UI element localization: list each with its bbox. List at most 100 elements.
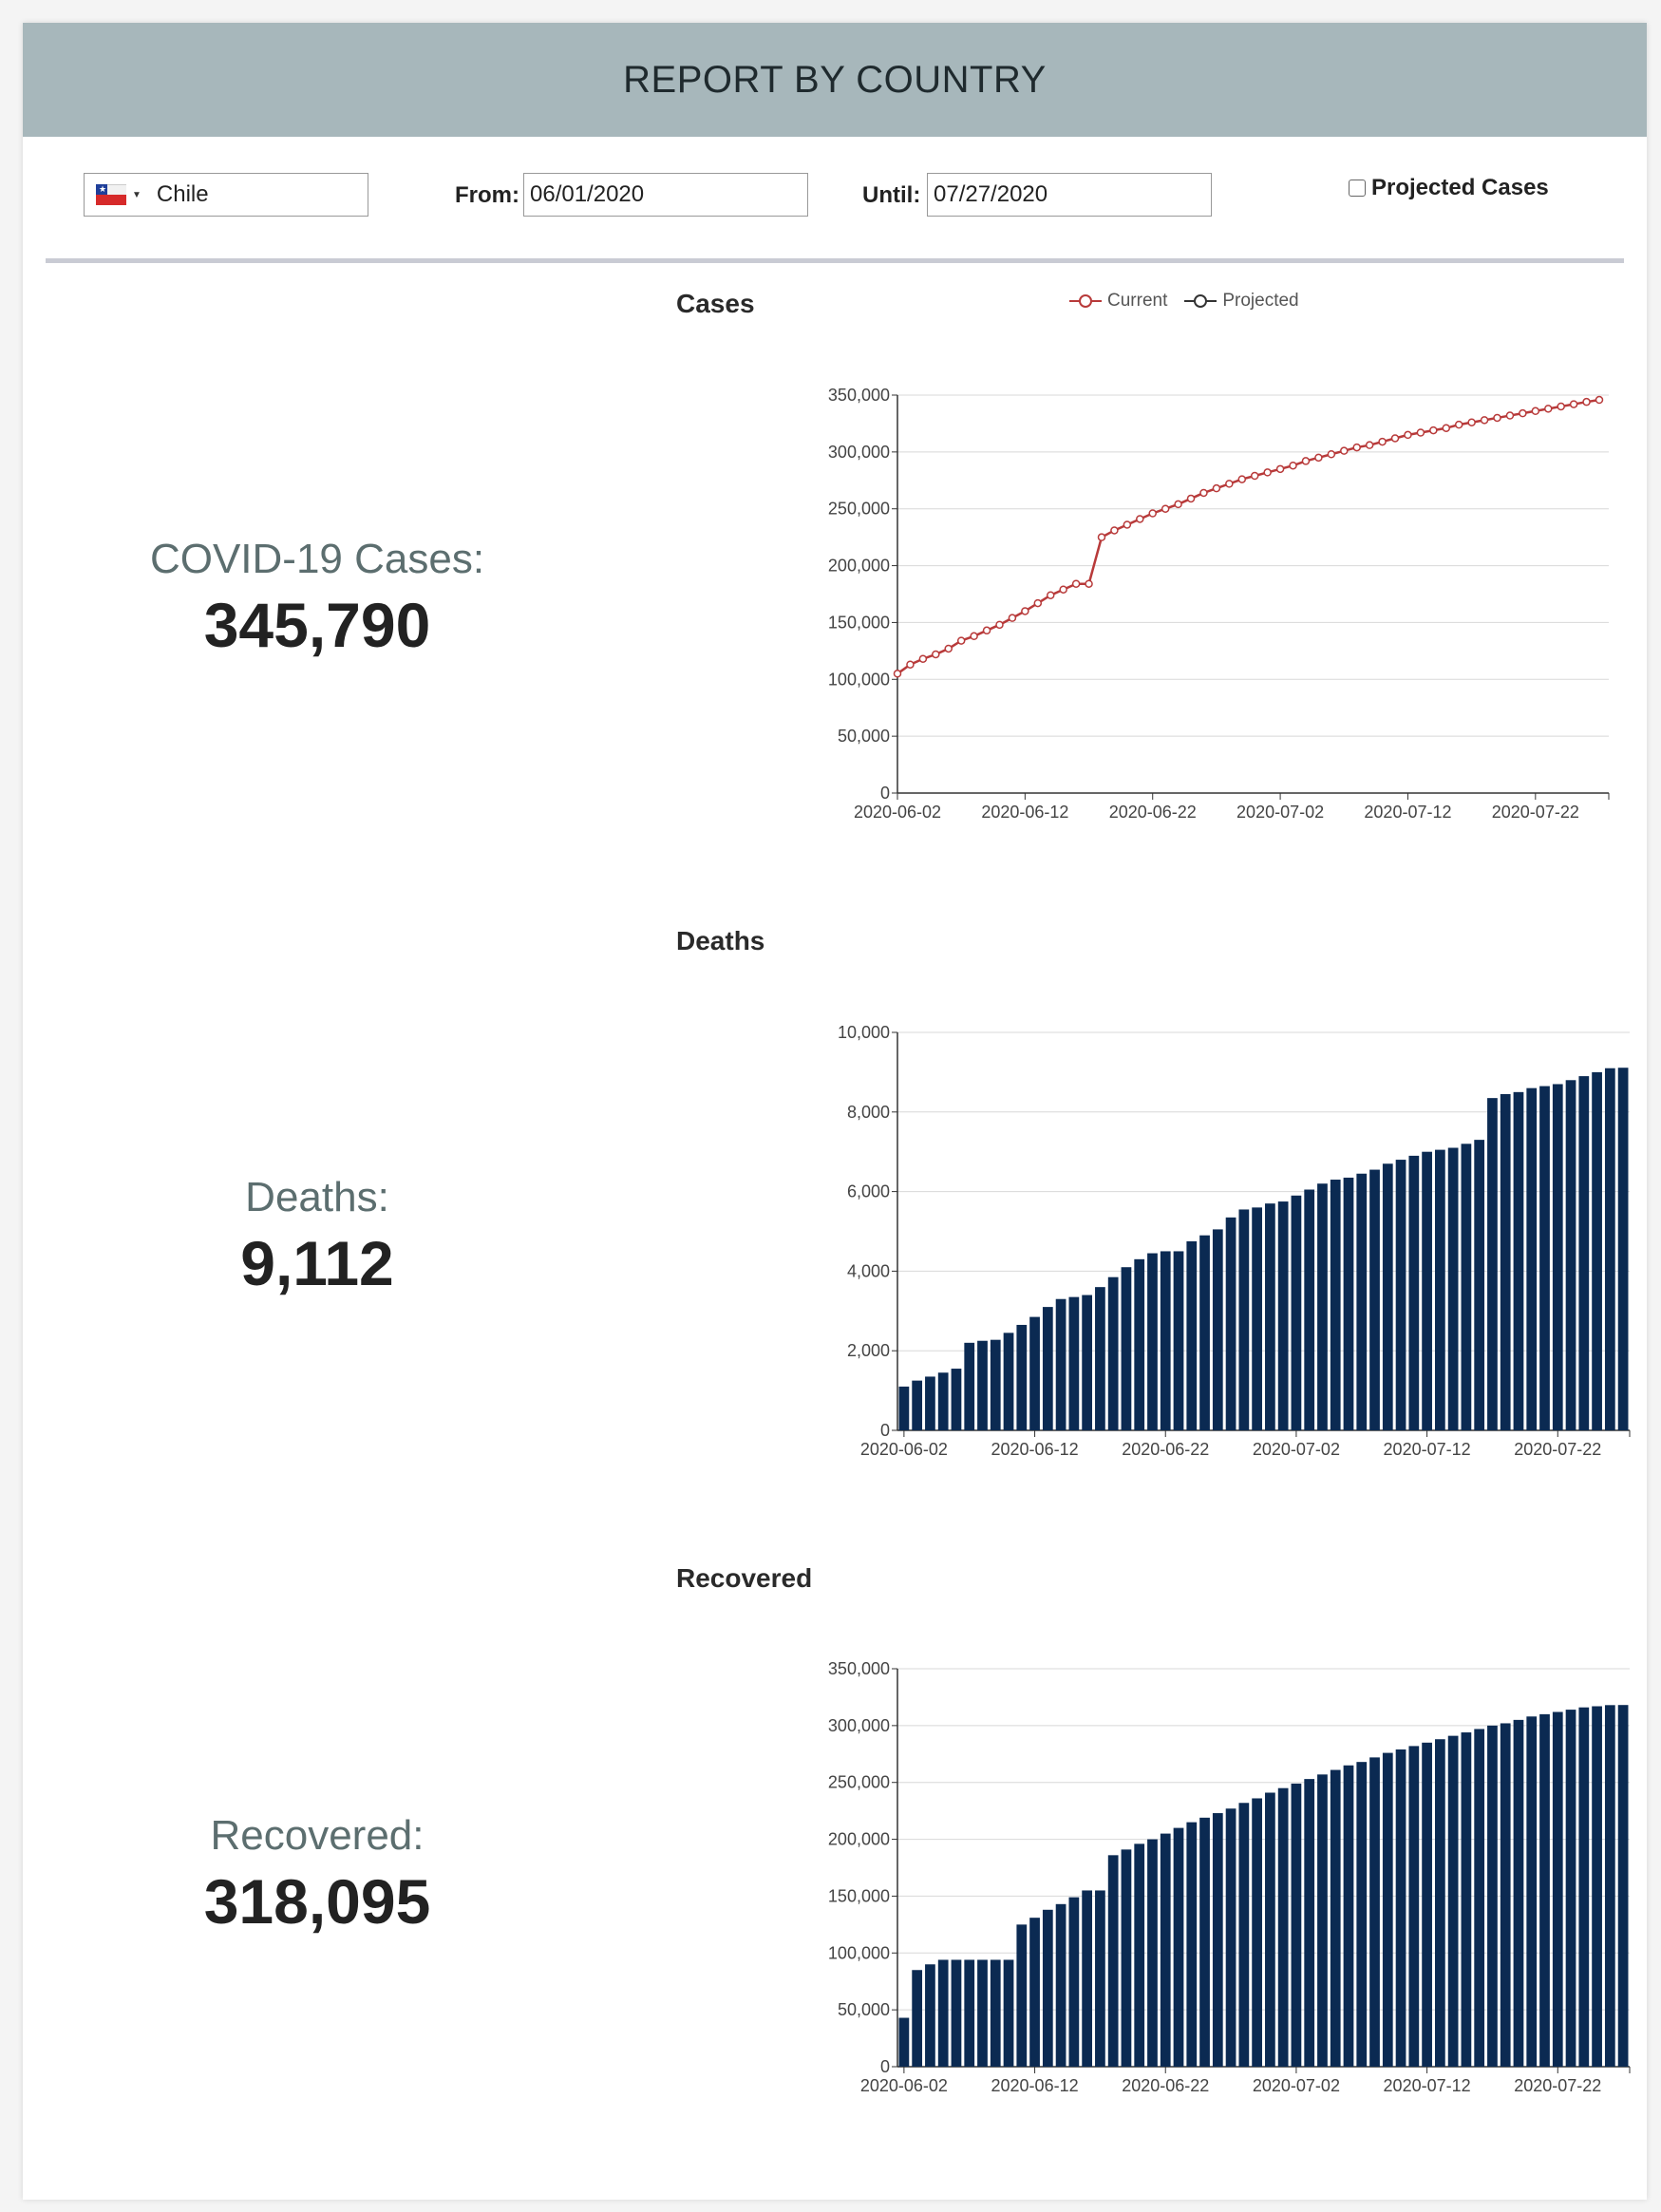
current-point (1225, 480, 1234, 488)
cases-chart-title: Cases (676, 289, 755, 318)
bar (1330, 1769, 1341, 2067)
bar (1016, 1924, 1028, 2067)
bar (1277, 1787, 1289, 2067)
bar (1304, 1779, 1315, 2067)
x-tick-label: 2020-06-22 (1109, 803, 1197, 822)
current-point (1136, 515, 1144, 523)
bar (1604, 1705, 1615, 2067)
bar (925, 1964, 935, 2067)
bar (1474, 1729, 1485, 2067)
bar (1107, 1276, 1119, 1430)
y-tick-label: 250,000 (828, 500, 890, 519)
current-point (1390, 434, 1400, 443)
until-date-input[interactable] (927, 173, 1212, 217)
bar (1382, 1163, 1393, 1430)
bar (1604, 1068, 1615, 1430)
current-point (1263, 468, 1272, 477)
current-point (982, 626, 991, 635)
projected-cases-toggle[interactable]: Projected Cases (1349, 175, 1549, 201)
legend-item-projected[interactable]: Projected (1184, 291, 1299, 312)
y-tick-label: 150,000 (828, 1886, 890, 1905)
bar (1500, 1723, 1511, 2067)
x-tick-label: 2020-06-02 (860, 1440, 948, 1459)
bar (1225, 1808, 1236, 2067)
current-point (1340, 446, 1349, 455)
deaths-chart-title: Deaths (676, 926, 765, 955)
country-select[interactable]: ★ ▼ Chile (84, 173, 368, 217)
current-point (918, 654, 928, 663)
current-point (1314, 453, 1323, 463)
from-date-input[interactable] (523, 173, 808, 217)
bar (1134, 1843, 1145, 2067)
bar (1447, 1735, 1459, 2067)
y-tick-label: 2,000 (847, 1341, 890, 1360)
recovered-bar-chart: 0 50,000 100,000 150,000 200,000 250,000 300,0… (828, 1659, 1631, 2095)
bar (937, 1372, 949, 1430)
bar (1055, 1298, 1066, 1430)
x-tick-label: 2020-06-22 (1122, 1440, 1209, 1459)
current-point (1275, 464, 1285, 474)
y-tick-label: 50,000 (838, 727, 890, 746)
bar (1369, 1169, 1380, 1430)
current-point (1429, 425, 1438, 435)
bar (1212, 1813, 1223, 2067)
x-tick-label: 2020-07-02 (1253, 1440, 1340, 1459)
bar (1343, 1765, 1354, 2067)
cases-label: COVID-19 Cases: (149, 536, 485, 582)
current-point (1301, 457, 1311, 465)
bar (1578, 1076, 1590, 1430)
y-tick-label: 8,000 (847, 1103, 890, 1122)
y-tick-label: 150,000 (828, 613, 890, 632)
y-tick-label: 250,000 (828, 1773, 890, 1792)
bar (1252, 1798, 1262, 2067)
y-tick-label: 50,000 (838, 2000, 890, 2019)
y-tick-label: 4,000 (847, 1261, 890, 1280)
x-tick-label: 2020-06-22 (1122, 2076, 1209, 2095)
bar (1317, 1774, 1328, 2067)
x-tick-label: 2020-07-22 (1514, 2076, 1601, 2095)
bar (1356, 1762, 1368, 2067)
bar (1343, 1177, 1354, 1430)
bar (1199, 1235, 1210, 1430)
y-tick-label: 200,000 (828, 1830, 890, 1849)
legend-item-current[interactable]: Current (1069, 291, 1167, 312)
current-point (995, 620, 1004, 630)
bar (1265, 1203, 1275, 1430)
bar (1160, 1251, 1171, 1430)
bar (1042, 1909, 1053, 2067)
recovered-stat: Recovered: 318,095 (80, 1812, 555, 1938)
current-point (1569, 400, 1578, 408)
bar (977, 1340, 988, 1430)
current-point (906, 660, 915, 669)
bar (1003, 1959, 1014, 2067)
bar (1252, 1207, 1262, 1430)
y-tick-label: 100,000 (828, 670, 890, 689)
bar (937, 1959, 949, 2067)
deaths-value: 9,112 (240, 1228, 394, 1298)
x-tick-label: 2020-06-12 (981, 803, 1068, 822)
current-point (970, 632, 978, 641)
current-point (1021, 607, 1029, 615)
current-point (1046, 591, 1055, 599)
bar (898, 2017, 910, 2067)
bar (1147, 1253, 1158, 1430)
bar (912, 1380, 923, 1430)
bar (1317, 1183, 1328, 1430)
bar (1422, 1742, 1432, 2067)
bar (1565, 1710, 1576, 2067)
projected-cases-checkbox[interactable] (1349, 180, 1366, 197)
cases-line-chart: 0 50,000 100,000 150,000 200,000 250,000 300,0… (828, 386, 1610, 822)
current-point (1467, 418, 1476, 426)
deaths-label: Deaths: (245, 1174, 389, 1220)
current-point (956, 636, 966, 645)
bar (1082, 1890, 1093, 2067)
bar (1265, 1792, 1275, 2067)
current-point (1557, 402, 1565, 411)
bar (1277, 1201, 1289, 1430)
x-tick-label: 2020-07-22 (1514, 1440, 1601, 1459)
current-point (1454, 420, 1463, 429)
x-tick-label: 2020-07-02 (1253, 2076, 1340, 2095)
current-point (1404, 430, 1412, 440)
legend-current-label: Current (1107, 291, 1168, 311)
current-point (1327, 450, 1336, 459)
